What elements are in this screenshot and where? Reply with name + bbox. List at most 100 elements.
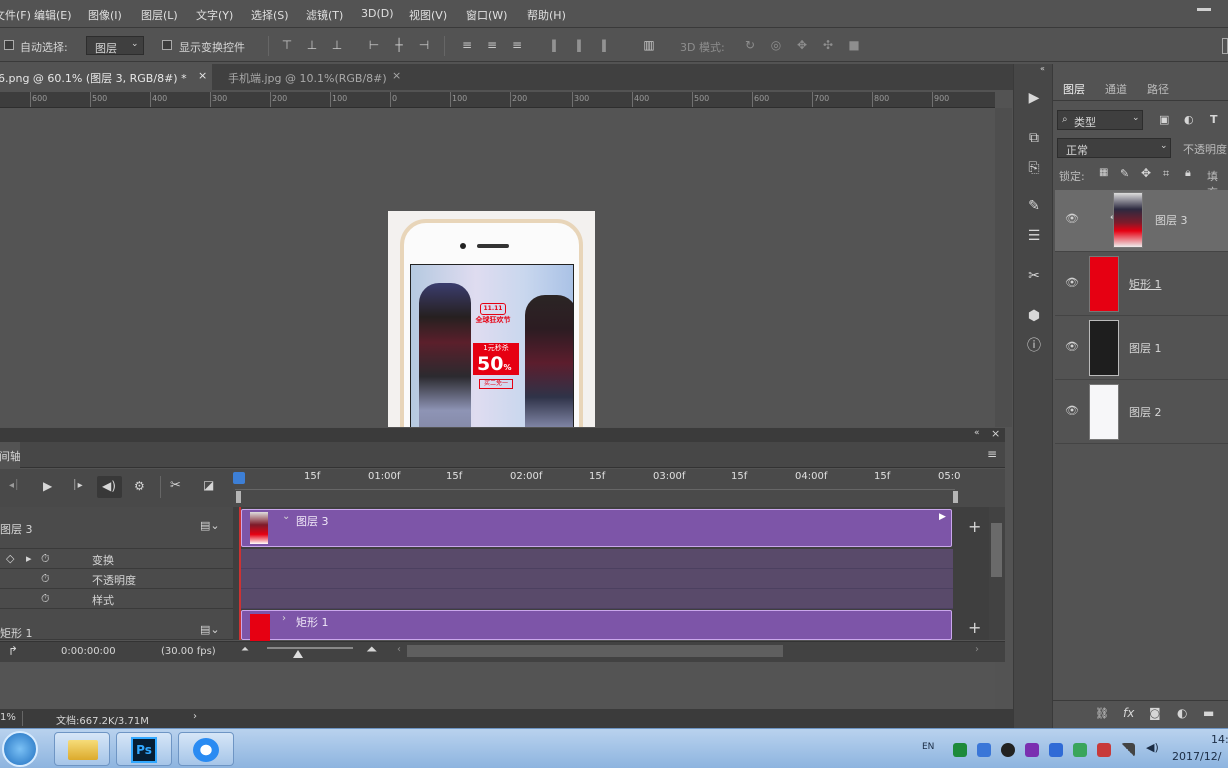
add-media-icon[interactable]: + (968, 618, 981, 637)
work-area-end-handle[interactable] (953, 491, 958, 503)
clock-time[interactable]: 14: (1211, 733, 1228, 746)
slide-3d-icon[interactable]: ✣ (821, 38, 835, 52)
lock-paint-icon[interactable]: ✎ (1120, 167, 1129, 180)
brush-preset-icon[interactable]: ✎ (1024, 196, 1044, 216)
property-lane[interactable] (241, 569, 953, 589)
collapse-icon[interactable]: « (1040, 64, 1045, 73)
taskbar-explorer[interactable] (54, 732, 110, 766)
work-area-bar[interactable] (235, 489, 955, 503)
canvas-area[interactable]: 11.11 全球狂欢节 1元秒杀 50% 买二免一 (0, 108, 995, 427)
add-mask-icon[interactable]: ◙ (1149, 706, 1161, 720)
auto-align-icon[interactable]: ▥ (642, 38, 656, 52)
lock-transparent-icon[interactable]: ▦ (1099, 167, 1108, 178)
canvas-scrollbar[interactable] (995, 108, 1012, 427)
link-layers-icon[interactable]: ⛓ (1095, 707, 1109, 720)
tab-layers[interactable]: 图层 (1053, 72, 1097, 100)
lock-artboard-icon[interactable]: ⌗ (1163, 167, 1169, 181)
align-top-icon[interactable]: ⊤ (280, 38, 294, 52)
close-icon[interactable]: × (392, 69, 401, 82)
align-vcenter-icon[interactable]: ⊥ (305, 38, 319, 52)
tool-presets-icon[interactable]: ✂ (1024, 266, 1044, 286)
3d-icon[interactable]: ⬢ (1024, 306, 1044, 326)
work-area-start-handle[interactable] (236, 491, 241, 503)
menu-window[interactable]: 窗口(W) (466, 7, 507, 23)
lock-all-icon[interactable]: 🔒︎ (1185, 166, 1191, 180)
close-icon[interactable]: × (991, 427, 1000, 440)
timeline-scrollbar[interactable] (989, 507, 1005, 640)
stopwatch-icon[interactable]: ⏱ (41, 552, 50, 566)
close-icon[interactable]: × (198, 69, 207, 82)
play-actions-icon[interactable]: ▶ (1024, 88, 1044, 108)
settings-gear-icon[interactable]: ⚙ (134, 479, 145, 493)
layer-row-layer2[interactable]: 👁︎ 图层 2 (1055, 382, 1228, 444)
volume-icon[interactable]: ◀) (1146, 741, 1159, 754)
menu-file[interactable]: 文件(F) (0, 7, 31, 23)
track-property-row[interactable]: ◇ ▸ ⏱ 变换 (0, 549, 233, 569)
playhead-handle[interactable] (233, 472, 245, 484)
scale-3d-icon[interactable]: ■ (847, 38, 861, 52)
menu-layer[interactable]: 图层(L) (141, 7, 178, 23)
audio-toggle-button[interactable]: ◀) (97, 476, 122, 498)
add-media-icon[interactable]: + (968, 517, 981, 536)
distribute-left-icon[interactable]: ‖ (547, 38, 561, 52)
stopwatch-icon[interactable]: ⏱ (41, 572, 50, 586)
blend-mode-dropdown[interactable]: 正常 ⌄ (1057, 138, 1171, 158)
track-header-rect1[interactable]: 矩形 1 ▤⌄ (0, 609, 233, 640)
menu-filter[interactable]: 滤镜(T) (306, 7, 343, 23)
menu-select[interactable]: 选择(S) (251, 7, 289, 23)
layer-row-rect1[interactable]: 👁︎ 矩形 1 (1055, 254, 1228, 316)
adjustments-icon[interactable]: ☰ (1024, 226, 1044, 246)
split-scissors-icon[interactable]: ✂ (170, 478, 181, 493)
layer-filter-dropdown[interactable]: ⌕ 类型 ⌄ (1057, 110, 1143, 130)
visibility-eye-icon[interactable]: 👁︎ (1065, 404, 1079, 417)
chevron-down-icon[interactable]: ⌄ (282, 511, 290, 522)
align-bottom-icon[interactable]: ⊥ (330, 38, 344, 52)
expand-icon[interactable]: ▸ (26, 552, 32, 565)
info-icon[interactable]: ⓘ (1024, 336, 1044, 356)
clip-rect1[interactable]: › 矩形 1 (241, 610, 952, 641)
menu-edit[interactable]: 编辑(E) (34, 7, 72, 23)
align-hcenter-icon[interactable]: ┼ (392, 38, 406, 52)
taskbar-photoshop[interactable]: Ps (116, 732, 172, 766)
clone-source-icon[interactable]: ⎘ (1024, 158, 1044, 178)
tab-paths[interactable]: 路径 (1147, 81, 1169, 97)
shield-icon[interactable] (1049, 743, 1063, 757)
distribute-bottom-icon[interactable]: ≡ (510, 38, 524, 52)
tab-channels[interactable]: 通道 (1105, 81, 1127, 97)
filter-image-icon[interactable]: ▣ (1159, 113, 1169, 126)
start-button[interactable] (2, 731, 38, 767)
menu-help[interactable]: 帮助(H) (527, 7, 566, 23)
distribute-top-icon[interactable]: ≡ (460, 38, 474, 52)
auto-select-checkbox[interactable] (4, 40, 14, 50)
collapse-icon[interactable]: « (974, 428, 980, 438)
distribute-vcenter-icon[interactable]: ≡ (485, 38, 499, 52)
stopwatch-icon[interactable]: ⏱ (41, 592, 50, 606)
zoom-out-icon[interactable]: ⏶ (241, 644, 249, 655)
tray-app-icon[interactable] (1097, 743, 1111, 757)
menu-view[interactable]: 视图(V) (409, 7, 447, 23)
render-video-icon[interactable]: ↱ (8, 644, 18, 658)
visibility-eye-icon[interactable]: 👁︎ (1065, 340, 1079, 353)
language-indicator[interactable]: EN (922, 742, 934, 752)
play-icon[interactable]: ▶ (43, 479, 52, 493)
layer-row-layer1[interactable]: 👁︎ 图层 1 (1055, 318, 1228, 380)
scroll-right-icon[interactable]: › (975, 644, 979, 655)
zoom-slider[interactable] (267, 647, 353, 649)
align-left-icon[interactable]: ⊢ (367, 38, 381, 52)
new-group-icon[interactable]: ▬ (1203, 706, 1214, 720)
orbit-3d-icon[interactable]: ↻ (743, 38, 757, 52)
tray-app-icon[interactable] (1025, 743, 1039, 757)
visibility-eye-icon[interactable]: 👁︎ (1065, 276, 1079, 289)
zoom-in-icon[interactable]: ⏶ (366, 642, 377, 658)
track-header-layer3[interactable]: 图层 3 ▤⌄ (0, 507, 233, 549)
roll-3d-icon[interactable]: ◎ (769, 38, 783, 52)
filmstrip-icon[interactable]: ▤⌄ (200, 519, 220, 532)
layer-row-layer3[interactable]: 👁︎ ↲ 图层 3 (1055, 190, 1228, 252)
align-right-icon[interactable]: ⊣ (417, 38, 431, 52)
fx-icon[interactable]: fx (1123, 706, 1134, 720)
show-transform-checkbox[interactable] (162, 40, 172, 50)
scroll-thumb[interactable] (991, 523, 1002, 577)
history-icon[interactable]: ⧉ (1024, 128, 1044, 148)
property-lane[interactable] (241, 549, 953, 569)
minimize-icon[interactable] (1197, 8, 1211, 11)
